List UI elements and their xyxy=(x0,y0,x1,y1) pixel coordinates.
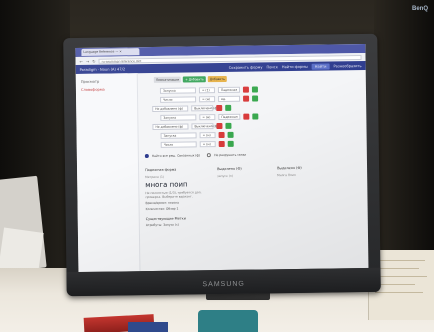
result-entry: многа поип xyxy=(145,180,188,190)
add-filter-button[interactable] xyxy=(227,140,234,147)
filter-row: Запуска = (1) Падежная xyxy=(159,84,360,94)
header-search-button[interactable]: Найти xyxy=(311,62,330,70)
result-column-3-value: Многа Поип xyxy=(277,172,296,178)
filter-row: Запуска = (м) xyxy=(160,129,361,139)
remove-filter-button[interactable] xyxy=(243,113,250,120)
filter-field-select[interactable]: Запуска xyxy=(159,86,196,94)
filter-field-select[interactable]: Не добавлено (ф) xyxy=(152,122,189,130)
add-filter-button[interactable] xyxy=(225,122,232,129)
remove-filter-button[interactable] xyxy=(216,122,223,129)
sidebar-item-view[interactable]: Просмотр xyxy=(81,79,132,84)
result-section-bullet: Атрибуты: Запуск (с) xyxy=(145,222,180,228)
remove-filter-button[interactable] xyxy=(218,131,225,138)
filter-value-select[interactable]: Выключено (ф) xyxy=(191,104,218,111)
filter-field-select[interactable]: Число xyxy=(160,95,197,103)
header-link-1[interactable]: Сохранить форму xyxy=(229,65,263,69)
filter-field-select[interactable]: Число xyxy=(160,140,197,148)
remove-filter-button[interactable] xyxy=(243,95,250,102)
filter-pill-row: Лемматизация + Добавить Добавить xyxy=(153,74,360,83)
filter-value-select[interactable]: Выключено (ф) xyxy=(191,122,218,129)
filter-operator-select[interactable]: = (м) xyxy=(199,140,216,147)
result-section-heading: Существующие Метки xyxy=(145,216,186,222)
filter-row: Число = (м) ед. xyxy=(160,93,360,103)
result-bullet-1: Время/время: поиска xyxy=(145,200,180,206)
filter-value-select[interactable]: Падежная xyxy=(217,86,240,93)
filter-pill-add[interactable]: + Добавить xyxy=(183,76,206,83)
filter-field-select[interactable]: Запуска xyxy=(160,131,197,139)
result-column-header: Падежная форма xyxy=(145,167,177,173)
monitor-bezel-bottom: SAMSUNG xyxy=(66,267,381,297)
monitor: Language Reference — × ← → ↻ ru-grammar-… xyxy=(63,33,381,297)
result-panel: Падежная форма Метрика (1) многа поип Не… xyxy=(145,165,362,227)
remove-filter-button[interactable] xyxy=(242,86,249,93)
header-link-last[interactable]: Разнообразить xyxy=(333,64,361,68)
filter-field-select[interactable]: Не добавлено (ф) xyxy=(152,104,189,112)
filter-pill-add-2[interactable]: Добавить xyxy=(207,75,227,83)
main-panel: Лемматизация + Добавить Добавить Запуска… xyxy=(138,70,369,271)
result-bullet-2: Количество: Обзор 1 xyxy=(145,206,179,212)
app-content: Просмотр Словоформа Лемматизация + Добав… xyxy=(75,70,369,273)
filter-operator-select[interactable]: = (1) xyxy=(198,86,215,93)
sidebar-item-wordform[interactable]: Словоформа xyxy=(81,87,132,92)
sidebar: Просмотр Словоформа xyxy=(75,73,141,273)
add-filter-button[interactable] xyxy=(225,104,232,111)
add-filter-button[interactable] xyxy=(227,131,234,138)
browser-tab[interactable]: Language Reference — × xyxy=(81,48,140,56)
result-column-main: Падежная форма Метрика (1) многа поип Не… xyxy=(145,167,212,227)
app-title: Paradigm · Noun (A) 47/2 xyxy=(79,66,126,72)
monitor-brand-logo: SAMSUNG xyxy=(202,280,245,289)
corner-logo: BenQ xyxy=(411,6,428,12)
radio-label-1: Найти все реш. Связанных (ф) xyxy=(151,153,201,158)
add-filter-button[interactable] xyxy=(252,112,259,120)
result-column-2: Выделено (Ф) запуск (п) xyxy=(217,166,272,226)
filter-row: Не добавлено (ф) Выключено (ф) xyxy=(152,102,360,112)
teal-object xyxy=(198,310,258,332)
filter-operator-select[interactable]: = (м) xyxy=(199,131,216,138)
result-column-3-header: Выделено (Ф) xyxy=(277,165,302,171)
forward-icon[interactable]: → xyxy=(86,58,89,63)
reload-icon[interactable]: ↻ xyxy=(92,58,95,63)
header-link-3[interactable]: Найти формы xyxy=(282,64,308,68)
filter-rows: Запуска = (1) Падежная Число = (м) ед. Не доба… xyxy=(144,84,361,148)
add-filter-button[interactable] xyxy=(252,94,259,102)
blue-folder xyxy=(128,322,168,332)
result-subtitle: Метрика (1) xyxy=(145,174,165,180)
radio-option-2[interactable] xyxy=(207,153,212,158)
filter-operator-select[interactable]: = (м) xyxy=(199,113,216,120)
add-filter-button[interactable] xyxy=(251,85,258,93)
result-column-3: Выделено (Ф) Многа Поип xyxy=(277,165,332,225)
filter-pill-lemma[interactable]: Лемматизация xyxy=(153,76,182,83)
filter-row: Не добавлено (ф) Выключено (ф) xyxy=(152,120,360,130)
photo-scene: Language Reference — × ← → ↻ ru-grammar-… xyxy=(0,0,434,332)
monitor-screen: Language Reference — × ← → ↻ ru-grammar-… xyxy=(75,43,369,273)
filter-row: Число = (м) xyxy=(160,138,361,148)
result-description: Не полностью (1/3), требуется доп. прове… xyxy=(145,190,202,200)
header-link-2[interactable]: Поиск xyxy=(266,65,277,69)
remove-filter-button[interactable] xyxy=(218,140,225,147)
radio-option-1[interactable] xyxy=(144,154,149,159)
radio-group: Найти все реш. Связанных (ф) Не разрушат… xyxy=(144,151,361,159)
filter-field-select[interactable]: Запуска xyxy=(160,113,197,121)
filter-row: Запуска = (м) Падежная xyxy=(160,111,360,121)
radio-label-2: Не разрушать связи xyxy=(214,152,247,158)
result-column-2-value: запуск (п) xyxy=(217,173,234,179)
result-column-2-header: Выделено (Ф) xyxy=(217,166,242,172)
filter-operator-select[interactable]: = (м) xyxy=(199,95,216,102)
remove-filter-button[interactable] xyxy=(216,104,223,111)
filter-value-select[interactable]: ед. xyxy=(218,95,241,102)
back-icon[interactable]: ← xyxy=(79,58,82,63)
filter-value-select[interactable]: Падежная xyxy=(218,113,241,120)
